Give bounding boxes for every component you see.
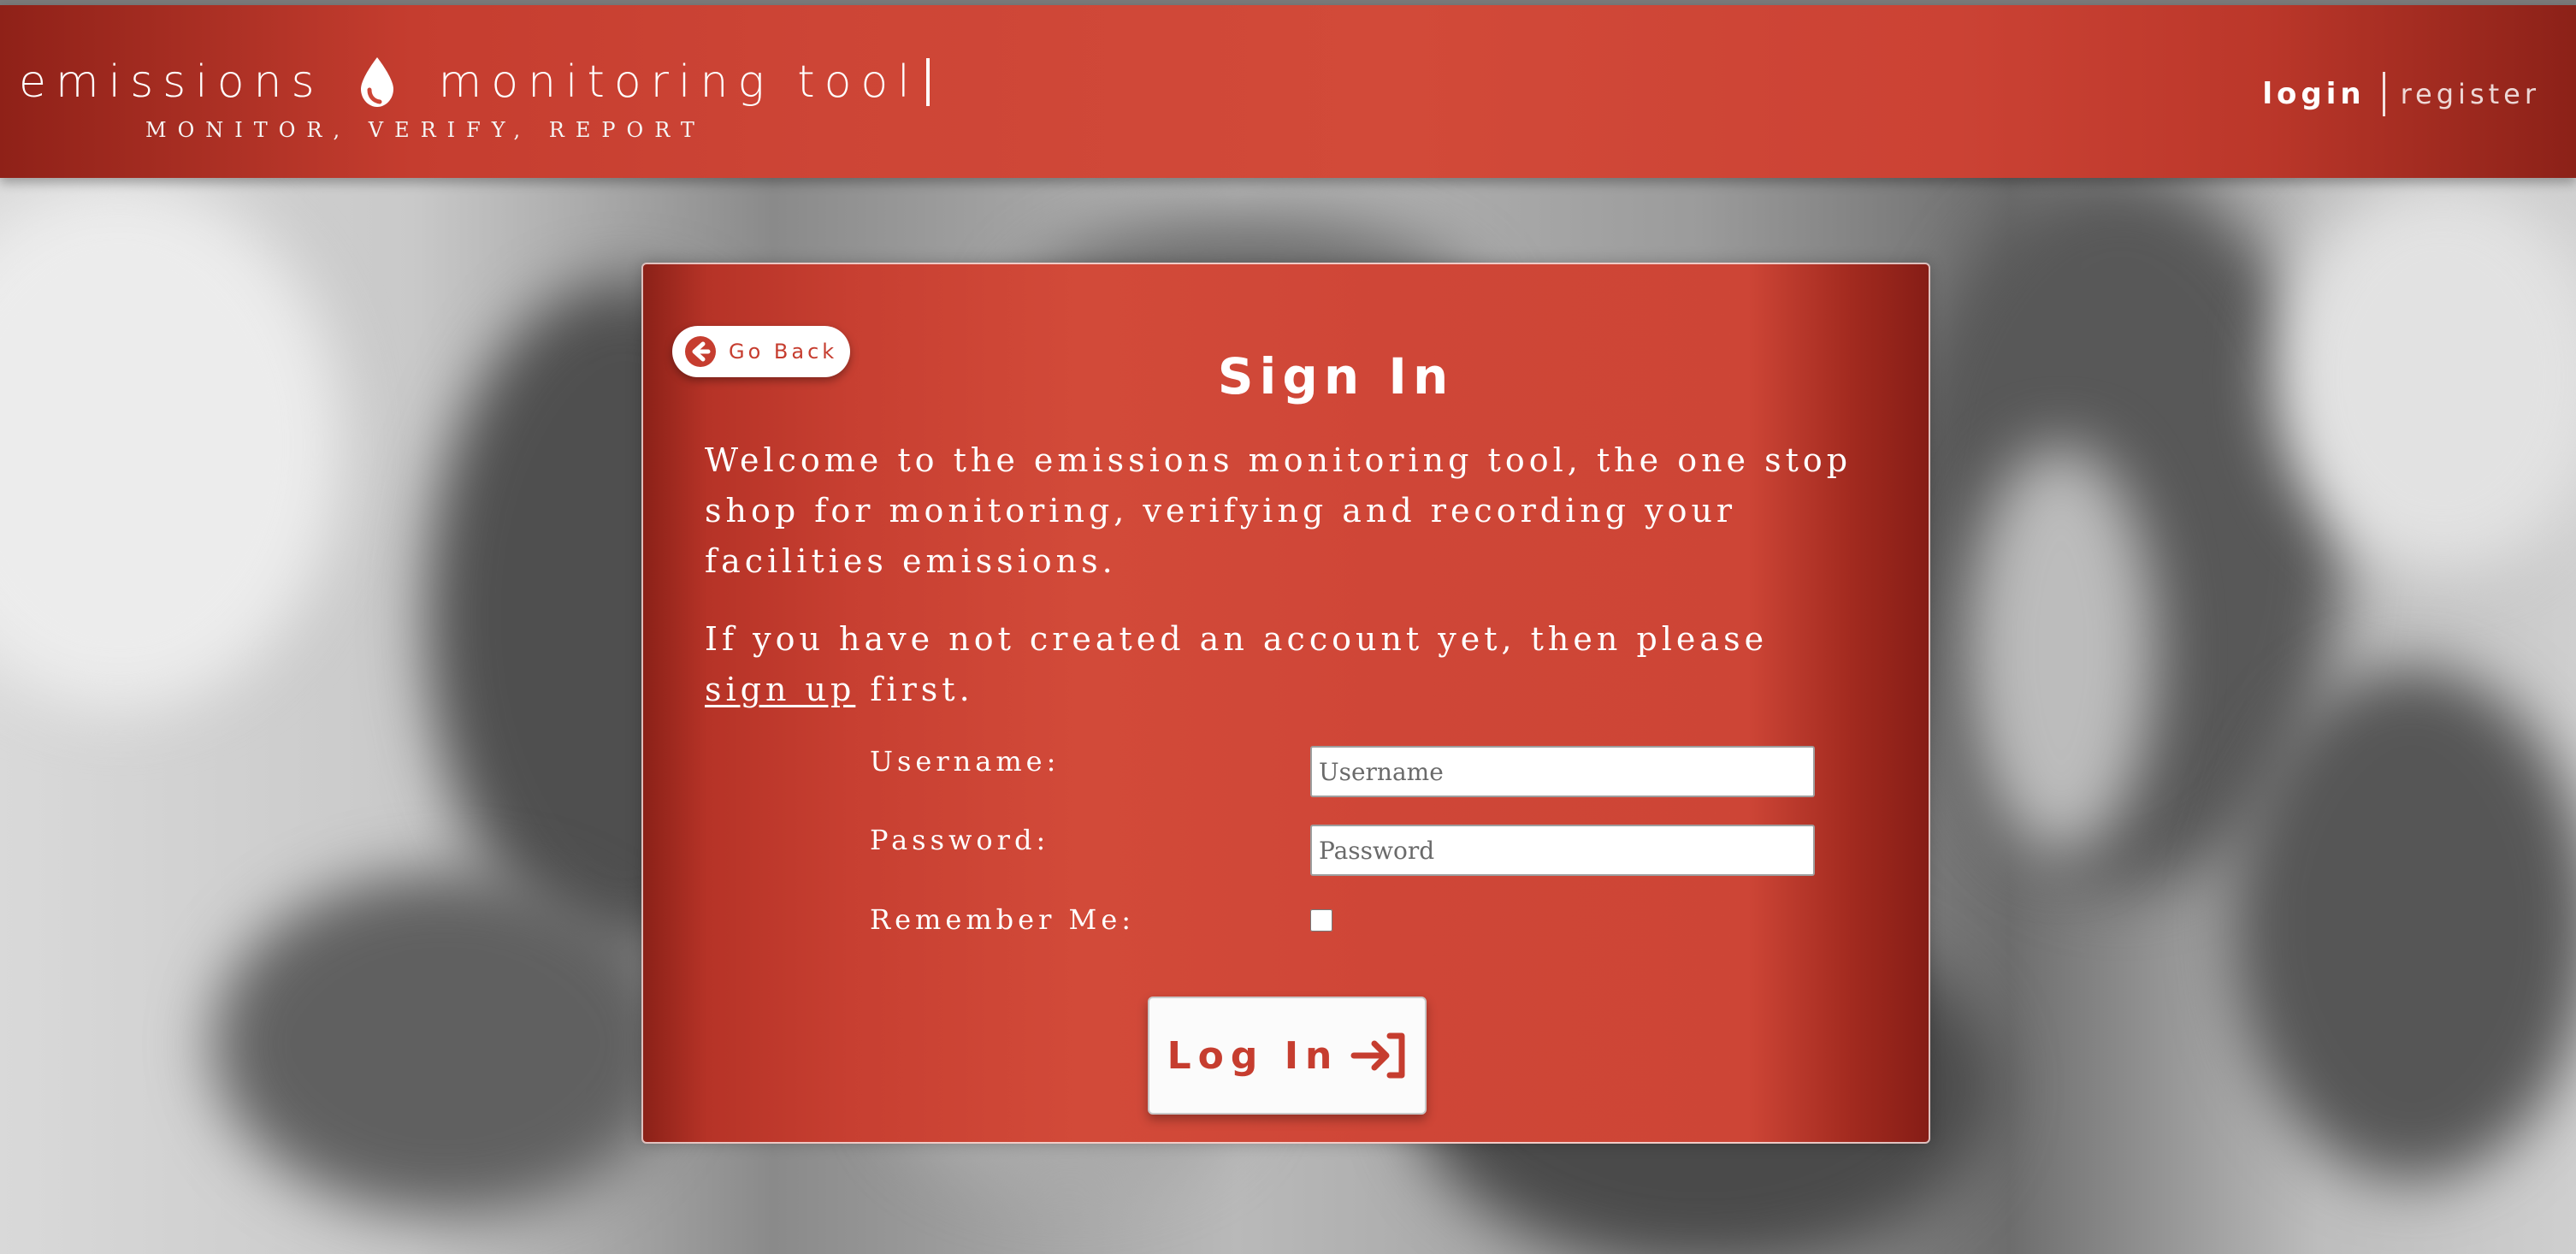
- signup-prompt-suffix: first.: [855, 671, 974, 708]
- page-title: Sign In: [1217, 346, 1455, 405]
- auth-nav: login register: [2262, 72, 2540, 116]
- text-cursor-bar: [925, 58, 930, 106]
- site-header: emissions monitoring tool MONITOR, VERIF…: [0, 5, 2576, 178]
- background-blob: [214, 872, 676, 1215]
- background-blob: [1967, 445, 2155, 855]
- nav-register-link[interactable]: register: [2401, 78, 2540, 110]
- welcome-message: Welcome to the emissions monitoring tool…: [705, 441, 1852, 580]
- log-in-button-label: Log In: [1167, 1033, 1339, 1078]
- remember-me-checkbox[interactable]: [1310, 909, 1332, 932]
- brand-name-right: monitoring tool: [438, 56, 919, 108]
- remember-me-label: Remember Me:: [870, 903, 1136, 936]
- brand-tagline: MONITOR, VERIFY, REPORT: [145, 118, 706, 142]
- log-in-button[interactable]: Log In: [1148, 997, 1427, 1115]
- brand-logo[interactable]: emissions monitoring tool: [19, 48, 930, 116]
- signup-link[interactable]: sign up: [705, 671, 855, 708]
- log-in-arrow-icon: [1350, 1032, 1405, 1079]
- signup-prompt-prefix: If you have not created an account yet, …: [705, 620, 1769, 658]
- brand-name-left: emissions: [19, 56, 324, 108]
- signup-prompt: If you have not created an account yet, …: [705, 614, 1851, 715]
- nav-login-link[interactable]: login: [2262, 77, 2365, 111]
- password-label: Password:: [870, 824, 1050, 856]
- droplet-icon: [360, 57, 393, 107]
- username-label: Username:: [870, 745, 1061, 778]
- password-input[interactable]: [1310, 825, 1815, 876]
- background-blob: [2232, 667, 2576, 1180]
- background-blob: [0, 180, 342, 710]
- sign-in-card: Go Back Sign In Welcome to the emissions…: [641, 263, 1930, 1144]
- nav-divider: [2382, 72, 2385, 116]
- username-input[interactable]: [1310, 746, 1815, 797]
